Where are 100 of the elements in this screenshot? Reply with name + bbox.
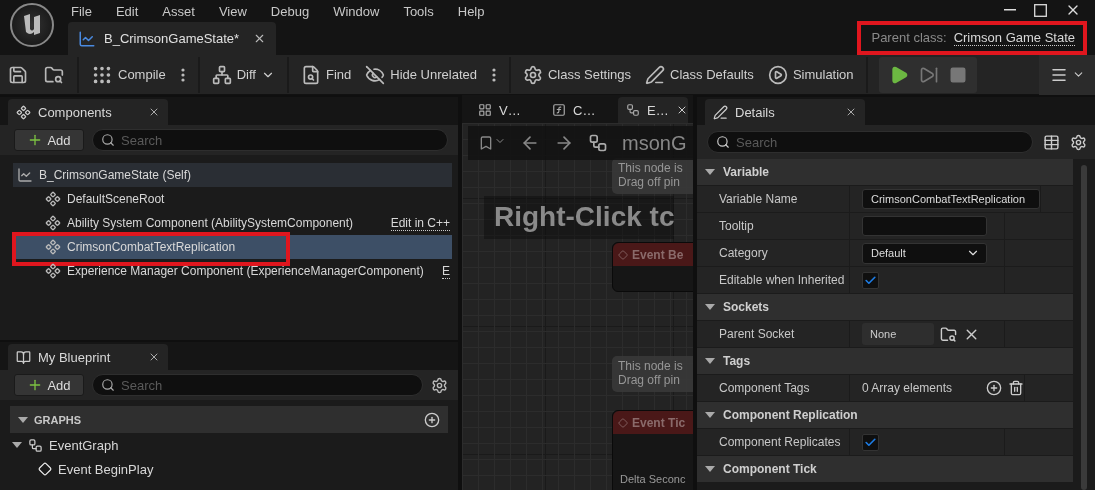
add-circle-icon[interactable] [424,411,440,428]
component-row[interactable]: CrimsonCombatTextReplication [13,235,452,259]
eye-off-icon [365,64,386,85]
section-header[interactable]: Tags [697,348,1073,375]
event-node[interactable]: Event Tic Delta Seconc [612,410,693,490]
check-icon [864,273,877,287]
parent-class-label: Parent class: [871,30,947,46]
panel-tab[interactable]: My Blueprint [8,344,168,370]
component-name: B_CrimsonGameState (Self) [39,168,193,182]
search-field[interactable]: Search [92,374,423,396]
toolbar-button[interactable]: Compile [84,58,173,91]
expand-caret-icon[interactable] [705,466,715,472]
menu-item[interactable]: View [215,3,256,19]
play-icon [767,64,788,85]
component-name: CrimsonCombatTextReplication [67,240,237,254]
add-circle-icon[interactable] [986,380,1002,396]
component-name: Experience Manager Component (ExperienceManagerComponent) [67,264,425,278]
section-header[interactable]: Component Replication [697,402,1073,429]
graph-icon [28,437,43,453]
search-icon [101,133,115,147]
socket-field[interactable]: None [862,323,934,345]
menu-item[interactable]: Asset [159,3,204,19]
folder-search-icon[interactable] [940,325,957,343]
document-tab[interactable]: B_CrimsonGameState* [68,22,276,55]
menu-item[interactable]: Tools [400,3,443,19]
graph-item[interactable]: EventGraph [0,433,458,457]
toolbar-button[interactable]: Class Defaults [638,58,761,91]
checkbox[interactable] [862,433,879,451]
close-icon[interactable] [253,32,266,45]
text-field[interactable] [862,216,987,236]
maximize-icon[interactable] [1034,3,1047,17]
trash-icon[interactable] [1008,380,1024,396]
expand-caret-icon[interactable] [705,412,715,418]
parent-class-link[interactable]: Crimson Game State [953,29,1075,46]
vertical-dots-icon [180,67,185,82]
settings-icon[interactable] [431,376,448,394]
chart-icon [17,167,33,183]
close-icon[interactable] [845,106,857,118]
toolbar-button[interactable]: Diff [204,58,282,91]
component-row[interactable]: Experience Manager Component (ExperienceManagerComponent) E [13,259,452,283]
section-header[interactable]: Variable [697,159,1073,186]
menu-item[interactable]: File [68,3,101,19]
graph-tab[interactable]: V… [470,97,540,123]
graph-tab[interactable]: E… [618,97,688,123]
scrollbar[interactable] [1081,165,1087,490]
panel-tab[interactable]: Components [8,99,168,125]
table-icon[interactable] [1043,133,1060,151]
category-dropdown[interactable]: Default [862,242,987,264]
property-label: Tooltip [697,213,850,239]
toolbar-button[interactable]: Class Settings [515,58,639,91]
expand-caret-icon[interactable] [705,358,715,364]
checkbox[interactable] [862,271,879,289]
stop-icon[interactable] [948,65,967,84]
section-header[interactable]: Component Tick [697,456,1073,483]
text-field[interactable]: CrimsonCombatTextReplication [862,189,1040,209]
close-icon[interactable] [148,106,160,118]
edit-link[interactable]: E [442,263,450,279]
component-name: Ability System Component (AbilitySystemComponent) [67,216,355,230]
menu-item[interactable]: Help [454,3,494,19]
graph-canvas[interactable]: msonG This node is Drag off pin Right-Click tc Event Be This node is Drag off pin Event Tic Delta Seconc [462,123,693,490]
search-field[interactable]: Search [707,131,1033,153]
menu-item[interactable]: Debug [267,3,319,19]
minimize-icon[interactable] [1004,9,1016,12]
graph-label: EventGraph [49,437,119,453]
property-label: Component Replicates [697,429,850,455]
node-comment: This node is Drag off pin [612,158,693,194]
toolbar-button[interactable]: Simulation [760,58,861,91]
expand-caret-icon[interactable] [705,304,715,310]
search-field[interactable]: Search [92,129,448,151]
search-icon [716,135,730,149]
diamond-icon [618,417,628,428]
toolbar-button[interactable]: Find [293,58,359,91]
menu-item[interactable]: Window [330,3,389,19]
toolbar-button[interactable]: Hide Unrelated [358,58,484,91]
section-title: Tags [723,354,751,368]
section-title: Component Replication [723,408,858,422]
edit-link[interactable]: Edit in C++ [390,215,450,231]
section-title: Component Tick [723,462,817,476]
expand-caret-icon[interactable] [705,169,715,175]
expand-caret-icon[interactable] [18,416,28,423]
bookmark-icon[interactable] [478,135,506,151]
section-header[interactable]: GRAPHS [10,406,448,433]
section-header[interactable]: Sockets [697,294,1073,321]
engine-logo[interactable] [10,3,54,47]
panel-tab[interactable]: Details [705,99,865,125]
settings-icon[interactable] [1070,133,1087,151]
expand-caret-icon[interactable] [12,442,22,448]
component-row[interactable]: DefaultSceneRoot [13,187,452,211]
property-label: Editable when Inherited [697,267,850,293]
add-button[interactable]: Add [14,374,84,396]
graph-item[interactable]: Event BeginPlay [0,457,458,481]
add-button[interactable]: Add [14,129,84,151]
menu-item[interactable]: Edit [112,3,148,19]
section-title: Variable [723,165,770,179]
graph-tab[interactable]: C… [544,97,614,123]
menu-button[interactable] [1039,54,1095,95]
component-row[interactable]: Ability System Component (AbilitySystemComponent) Edit in C++ [13,211,452,235]
section-title: Sockets [723,300,770,314]
close-icon[interactable] [148,351,160,363]
component-row[interactable]: B_CrimsonGameState (Self) [13,163,452,187]
